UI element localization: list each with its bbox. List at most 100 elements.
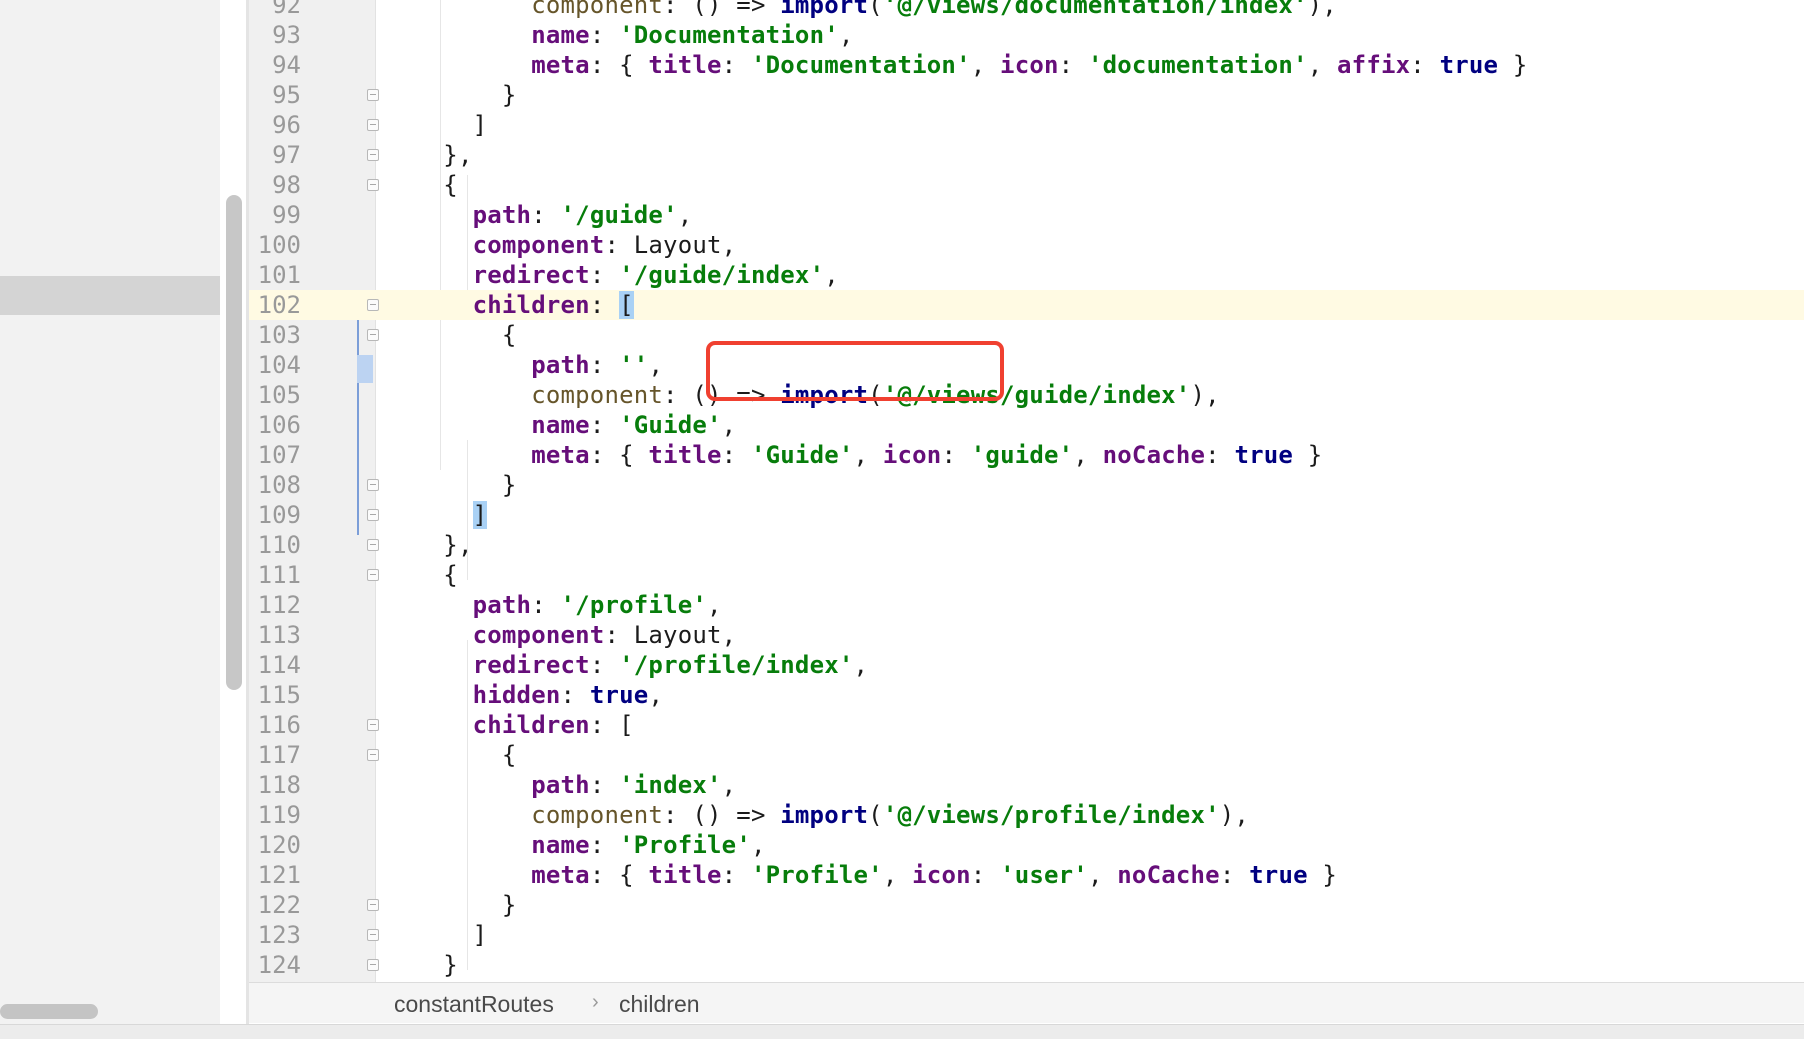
code-line-97[interactable]: 97 }, — [249, 140, 1804, 170]
code-line-94[interactable]: 94 meta: { title: 'Documentation', icon:… — [249, 50, 1804, 80]
code-text[interactable]: ] — [414, 500, 488, 530]
code-line-105[interactable]: 105 component: () => import('@/views/gui… — [249, 380, 1804, 410]
code-text[interactable]: redirect: '/guide/index', — [414, 260, 839, 290]
fold-toggle-icon[interactable] — [367, 539, 379, 551]
code-line-107[interactable]: 107 meta: { title: 'Guide', icon: 'guide… — [249, 440, 1804, 470]
code-line-119[interactable]: 119 component: () => import('@/views/pro… — [249, 800, 1804, 830]
code-line-98[interactable]: 98 { — [249, 170, 1804, 200]
code-text[interactable]: { — [414, 170, 458, 200]
line-number: 92 — [272, 0, 301, 19]
code-editor[interactable]: 92 component: () => import('@/views/docu… — [249, 0, 1804, 982]
code-line-121[interactable]: 121 meta: { title: 'Profile', icon: 'use… — [249, 860, 1804, 890]
code-line-116[interactable]: 116 children: [ — [249, 710, 1804, 740]
code-text[interactable]: }, — [414, 140, 473, 170]
code-line-103[interactable]: 103 { — [249, 320, 1804, 350]
code-line-93[interactable]: 93 name: 'Documentation', — [249, 20, 1804, 50]
code-line-106[interactable]: 106 name: 'Guide', — [249, 410, 1804, 440]
code-line-96[interactable]: 96 ] — [249, 110, 1804, 140]
fold-toggle-icon[interactable] — [367, 479, 379, 491]
line-number: 108 — [257, 471, 301, 499]
code-text[interactable]: meta: { title: 'Profile', icon: 'user', … — [414, 860, 1337, 890]
code-text[interactable]: children: [ — [414, 710, 634, 740]
code-text[interactable]: }, — [414, 530, 473, 560]
code-text[interactable]: } — [414, 950, 458, 980]
code-line-118[interactable]: 118 path: 'index', — [249, 770, 1804, 800]
code-text[interactable]: } — [414, 890, 517, 920]
code-line-102[interactable]: 102 children: [ — [249, 290, 1804, 320]
code-text[interactable]: path: 'index', — [414, 770, 736, 800]
breadcrumb-item-children[interactable]: children — [619, 991, 700, 1018]
line-number: 122 — [257, 891, 301, 919]
code-line-124[interactable]: 124 } — [249, 950, 1804, 980]
code-line-113[interactable]: 113 component: Layout, — [249, 620, 1804, 650]
code-text[interactable]: component: () => import('@/views/documen… — [414, 0, 1337, 20]
line-number: 120 — [257, 831, 301, 859]
code-line-114[interactable]: 114 redirect: '/profile/index', — [249, 650, 1804, 680]
code-line-110[interactable]: 110 }, — [249, 530, 1804, 560]
code-text[interactable]: path: '', — [414, 350, 663, 380]
fold-toggle-icon[interactable] — [367, 569, 379, 581]
line-number: 101 — [257, 261, 301, 289]
code-text[interactable]: meta: { title: 'Guide', icon: 'guide', n… — [414, 440, 1322, 470]
line-number: 99 — [272, 201, 301, 229]
code-line-108[interactable]: 108 } — [249, 470, 1804, 500]
fold-toggle-icon[interactable] — [367, 299, 379, 311]
code-text[interactable]: } — [414, 470, 517, 500]
project-panel-vertical-scrollbar[interactable] — [226, 195, 242, 690]
code-line-122[interactable]: 122 } — [249, 890, 1804, 920]
fold-toggle-icon[interactable] — [367, 89, 379, 101]
code-text[interactable]: { — [414, 560, 458, 590]
code-text[interactable]: hidden: true, — [414, 680, 663, 710]
code-text[interactable]: } — [414, 80, 517, 110]
code-line-112[interactable]: 112 path: '/profile', — [249, 590, 1804, 620]
code-line-109[interactable]: 109 ] — [249, 500, 1804, 530]
project-panel-horizontal-scrollbar[interactable] — [0, 1004, 98, 1019]
code-line-99[interactable]: 99 path: '/guide', — [249, 200, 1804, 230]
fold-toggle-icon[interactable] — [367, 899, 379, 911]
code-text[interactable]: children: [ — [414, 290, 634, 320]
code-text[interactable]: { — [414, 740, 517, 770]
code-text[interactable]: component: Layout, — [414, 620, 736, 650]
code-text[interactable]: path: '/profile', — [414, 590, 722, 620]
code-text[interactable]: ] — [414, 920, 487, 950]
line-number: 115 — [257, 681, 301, 709]
code-line-95[interactable]: 95 } — [249, 80, 1804, 110]
line-number: 100 — [257, 231, 301, 259]
code-text[interactable]: component: () => import('@/views/profile… — [414, 800, 1249, 830]
code-text[interactable]: name: 'Guide', — [414, 410, 736, 440]
code-text[interactable]: name: 'Profile', — [414, 830, 766, 860]
code-text[interactable]: path: '/guide', — [414, 200, 693, 230]
code-lines[interactable]: 92 component: () => import('@/views/docu… — [249, 0, 1804, 980]
code-text[interactable]: component: Layout, — [414, 230, 736, 260]
fold-toggle-icon[interactable] — [367, 929, 379, 941]
code-line-120[interactable]: 120 name: 'Profile', — [249, 830, 1804, 860]
fold-toggle-icon[interactable] — [367, 509, 379, 521]
code-text[interactable]: { — [414, 320, 517, 350]
line-number: 124 — [257, 951, 301, 979]
breadcrumb-item-constantRoutes[interactable]: constantRoutes — [394, 991, 554, 1018]
code-line-104[interactable]: 104 path: '', — [249, 350, 1804, 380]
code-text[interactable]: meta: { title: 'Documentation', icon: 'd… — [414, 50, 1528, 80]
code-line-115[interactable]: 115 hidden: true, — [249, 680, 1804, 710]
line-number: 107 — [257, 441, 301, 469]
fold-toggle-icon[interactable] — [367, 329, 379, 341]
code-line-117[interactable]: 117 { — [249, 740, 1804, 770]
fold-toggle-icon[interactable] — [367, 959, 379, 971]
project-panel-selected-row[interactable] — [0, 276, 220, 315]
fold-toggle-icon[interactable] — [367, 749, 379, 761]
fold-toggle-icon[interactable] — [367, 119, 379, 131]
code-line-101[interactable]: 101 redirect: '/guide/index', — [249, 260, 1804, 290]
code-text[interactable]: ] — [414, 110, 487, 140]
code-line-100[interactable]: 100 component: Layout, — [249, 230, 1804, 260]
fold-toggle-icon[interactable] — [367, 719, 379, 731]
line-number: 95 — [272, 81, 301, 109]
line-number: 116 — [257, 711, 301, 739]
code-text[interactable]: name: 'Documentation', — [414, 20, 854, 50]
fold-toggle-icon[interactable] — [367, 179, 379, 191]
fold-toggle-icon[interactable] — [367, 149, 379, 161]
code-line-111[interactable]: 111 { — [249, 560, 1804, 590]
code-text[interactable]: redirect: '/profile/index', — [414, 650, 868, 680]
line-number: 117 — [257, 741, 301, 769]
code-line-123[interactable]: 123 ] — [249, 920, 1804, 950]
code-line-92[interactable]: 92 component: () => import('@/views/docu… — [249, 0, 1804, 20]
